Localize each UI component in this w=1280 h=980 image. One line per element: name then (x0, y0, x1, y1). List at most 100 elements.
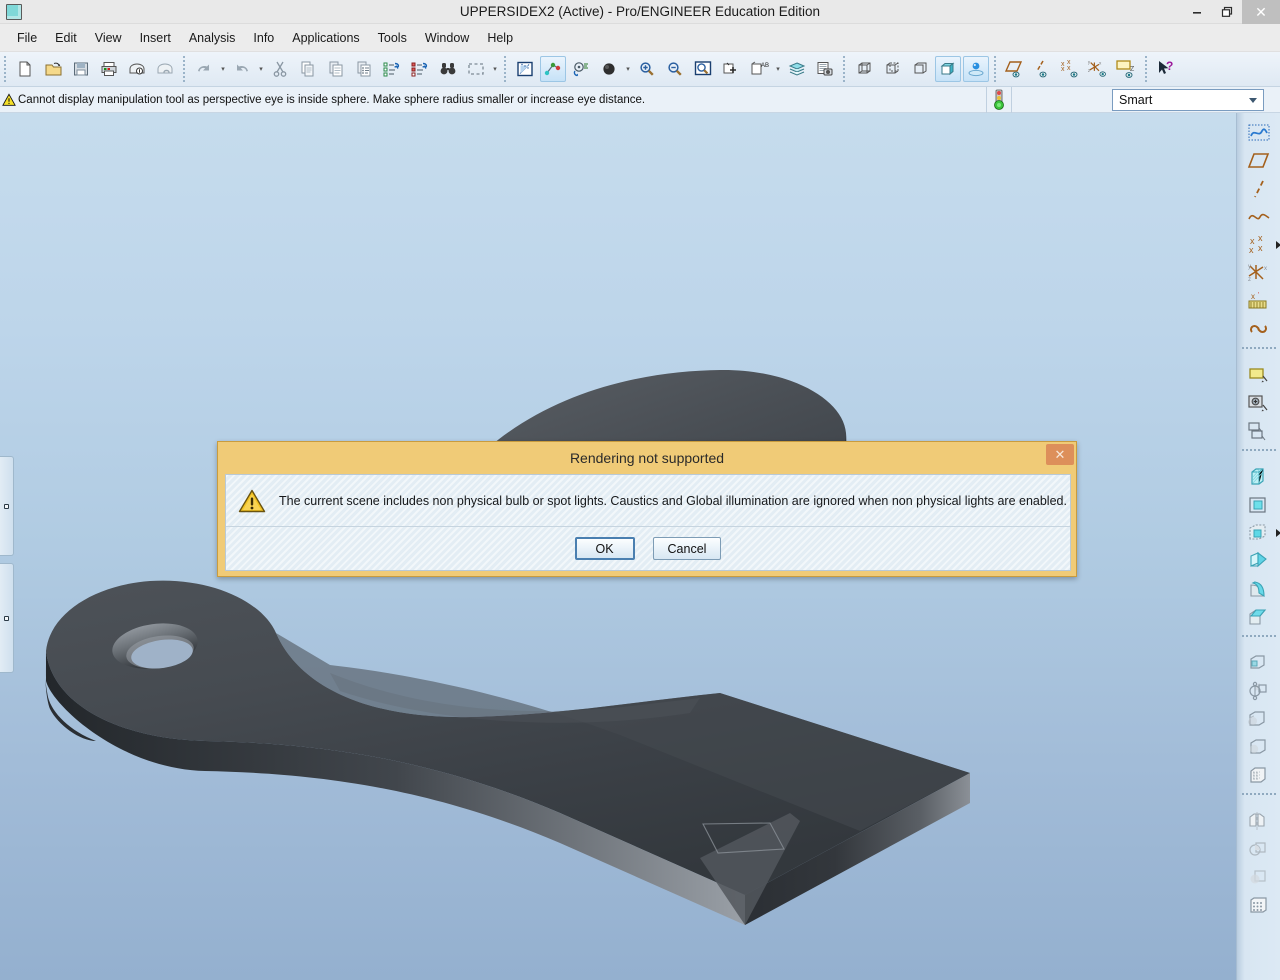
chamfer-icon[interactable] (1243, 603, 1275, 630)
link-mail-icon[interactable] (152, 56, 178, 82)
layer-plus-icon[interactable] (718, 56, 744, 82)
rib-icon[interactable] (1243, 677, 1275, 704)
redo-icon[interactable] (229, 56, 255, 82)
flyout-arrow-icon[interactable] (1275, 529, 1280, 537)
hidden-line-icon[interactable] (879, 56, 905, 82)
regenerate-icon[interactable] (379, 56, 405, 82)
merge-icon[interactable] (1243, 835, 1275, 862)
refit-icon[interactable] (690, 56, 716, 82)
measure-feature-icon[interactable] (1243, 389, 1275, 416)
dialog-close-button[interactable]: ✕ (1046, 444, 1074, 465)
close-button[interactable]: ✕ (1242, 0, 1280, 24)
menu-item-info[interactable]: Info (244, 27, 283, 49)
find-icon[interactable] (435, 56, 461, 82)
paste-icon[interactable] (323, 56, 349, 82)
datum-axis-display-icon[interactable] (1030, 56, 1056, 82)
annotation-icon[interactable]: AB (746, 56, 772, 82)
datum-plane-icon[interactable] (1243, 147, 1275, 174)
open-folder-icon[interactable] (40, 56, 66, 82)
window-titlebar: UPPERSIDEX2 (Active) - Pro/ENGINEER Educ… (0, 0, 1280, 24)
datum-point-display-icon[interactable]: xxxx (1058, 56, 1084, 82)
svg-text:AB: AB (761, 63, 769, 69)
menu-item-help[interactable]: Help (478, 27, 522, 49)
handle-grip-dot (4, 615, 9, 621)
menu-item-file[interactable]: File (8, 27, 46, 49)
annotation-display-icon[interactable]: Z (1114, 56, 1140, 82)
repaint-icon[interactable] (512, 56, 538, 82)
menu-item-tools[interactable]: Tools (369, 27, 416, 49)
view-manager-icon[interactable] (812, 56, 838, 82)
blend-icon[interactable] (1243, 547, 1275, 574)
copy-geometry-icon[interactable] (1243, 417, 1275, 444)
layers-stack-icon[interactable] (784, 56, 810, 82)
shell-icon[interactable] (1243, 649, 1275, 676)
chevron-down-icon[interactable] (1249, 97, 1257, 103)
extrude-icon[interactable] (1243, 463, 1275, 490)
thicken-icon[interactable] (1243, 733, 1275, 760)
svg-text:z: z (1248, 277, 1251, 283)
no-hidden-icon[interactable] (907, 56, 933, 82)
datum-curve-icon[interactable] (1243, 203, 1275, 230)
spin-center-icon[interactable] (540, 56, 566, 82)
minimize-button[interactable] (1182, 0, 1212, 24)
coordinate-system-display-icon[interactable]: y x z (1086, 56, 1112, 82)
coordinate-system-icon[interactable]: y x z (1243, 259, 1275, 286)
browser-handle[interactable] (0, 563, 14, 673)
pattern-icon[interactable] (1243, 891, 1275, 918)
sketch-icon[interactable] (1243, 119, 1275, 146)
datum-reference-icon[interactable] (1243, 315, 1275, 342)
redo-dropdown-arrow[interactable]: ▾ (256, 56, 266, 82)
cut-icon[interactable] (267, 56, 293, 82)
saved-views-dropdown-arrow[interactable]: ▾ (623, 56, 633, 82)
menu-item-view[interactable]: View (86, 27, 131, 49)
point-array-icon[interactable]: x ' (1243, 287, 1275, 314)
wireframe-icon[interactable] (851, 56, 877, 82)
dialog-message-text: The current scene includes non physical … (279, 493, 1067, 508)
print-icon[interactable] (96, 56, 122, 82)
datum-plane-display-icon[interactable] (1002, 56, 1028, 82)
round-icon[interactable] (1243, 575, 1275, 602)
svg-text:x: x (1249, 245, 1254, 255)
menu-item-window[interactable]: Window (416, 27, 478, 49)
selection-box-icon[interactable] (463, 56, 489, 82)
saved-views-icon[interactable] (596, 56, 622, 82)
annotation-dropdown-arrow[interactable]: ▾ (773, 56, 783, 82)
context-help-icon[interactable]: ? (1153, 56, 1179, 82)
shaded-icon[interactable] (935, 56, 961, 82)
trim-icon[interactable] (1243, 863, 1275, 890)
selection-filter-combo[interactable]: Smart (1112, 88, 1264, 111)
send-mail-icon[interactable] (124, 56, 150, 82)
undo-icon[interactable] (191, 56, 217, 82)
paste-special-icon[interactable] (351, 56, 377, 82)
model-tree-handle[interactable] (0, 456, 14, 556)
copy-icon[interactable] (295, 56, 321, 82)
restore-button[interactable] (1212, 0, 1242, 24)
offset-surface-icon[interactable] (1243, 761, 1275, 788)
undo-dropdown-arrow[interactable]: ▾ (218, 56, 228, 82)
traffic-light-icon (986, 86, 1012, 113)
zoom-in-icon[interactable] (634, 56, 660, 82)
regenerate-modified-icon[interactable] (407, 56, 433, 82)
draft-icon[interactable] (1243, 705, 1275, 732)
menu-item-insert[interactable]: Insert (131, 27, 180, 49)
revolve-icon[interactable] (1243, 491, 1275, 518)
sweep-icon[interactable] (1243, 519, 1280, 546)
ok-button[interactable]: OK (574, 537, 635, 560)
rendering-not-supported-dialog[interactable]: Rendering not supported ✕ The current sc… (217, 441, 1077, 577)
mirror-icon[interactable] (1243, 807, 1275, 834)
render-icon[interactable] (963, 56, 989, 82)
dialog-title: Rendering not supported (569, 450, 725, 466)
datum-axis-icon[interactable] (1243, 175, 1275, 202)
menu-item-applications[interactable]: Applications (283, 27, 368, 49)
menu-item-analysis[interactable]: Analysis (180, 27, 245, 49)
analysis-feature-icon[interactable] (1243, 361, 1275, 388)
datum-point-icon[interactable]: xxxx (1243, 231, 1280, 258)
orientation-icon[interactable] (568, 56, 594, 82)
zoom-out-icon[interactable] (662, 56, 688, 82)
flyout-arrow-icon[interactable] (1275, 241, 1280, 249)
menu-item-edit[interactable]: Edit (46, 27, 86, 49)
cancel-button[interactable]: Cancel (652, 537, 722, 560)
save-icon[interactable] (68, 56, 94, 82)
selection-dropdown-arrow[interactable]: ▾ (490, 56, 500, 82)
new-file-icon[interactable] (12, 56, 38, 82)
